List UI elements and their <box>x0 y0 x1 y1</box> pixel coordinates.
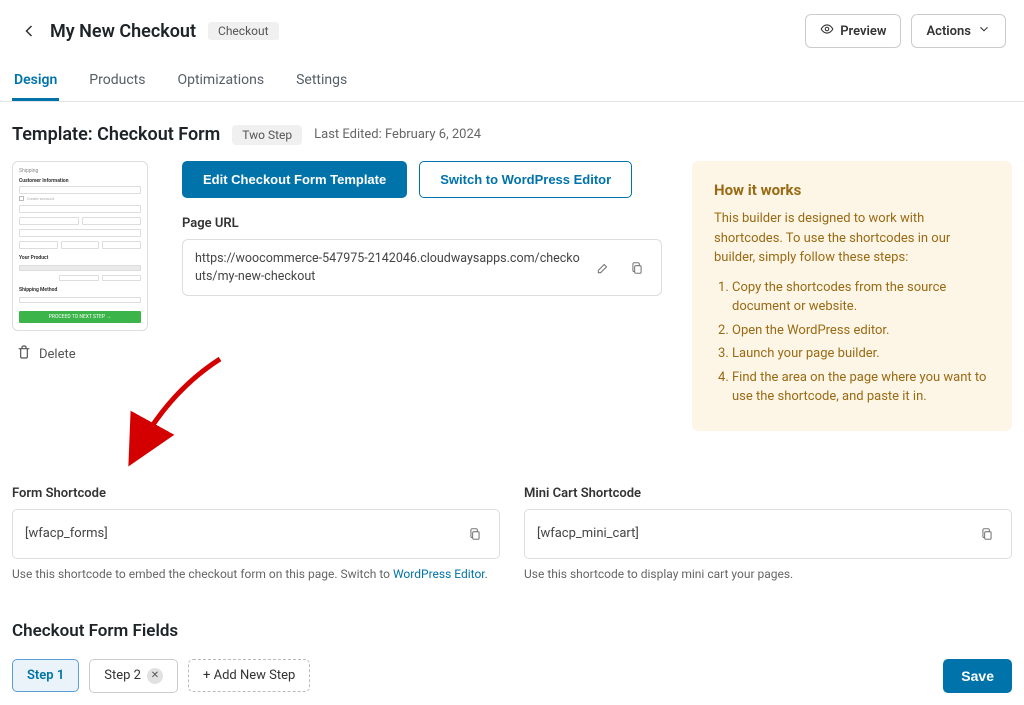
thumb-shipping: Shipping <box>19 168 141 174</box>
tab-optimizations[interactable]: Optimizations <box>175 62 266 101</box>
edit-url-button[interactable] <box>591 256 615 280</box>
step-2-button[interactable]: Step 2 ✕ <box>89 659 178 693</box>
tab-design[interactable]: Design <box>12 62 59 101</box>
edit-template-button[interactable]: Edit Checkout Form Template <box>182 161 407 198</box>
delete-label: Delete <box>39 347 76 362</box>
actions-label: Actions <box>926 24 971 39</box>
step-1-button[interactable]: Step 1 <box>12 659 79 692</box>
tabs: Design Products Optimizations Settings <box>0 62 1024 102</box>
howitworks-step: Launch your page builder. <box>732 344 990 364</box>
template-thumbnail[interactable]: Shipping Customer Information Create acc… <box>12 161 148 331</box>
wordpress-editor-link[interactable]: WordPress Editor <box>393 567 485 581</box>
howitworks-title: How it works <box>714 181 990 199</box>
switch-editor-button[interactable]: Switch to WordPress Editor <box>419 161 632 198</box>
page-title: My New Checkout <box>50 21 196 42</box>
template-title: Template: Checkout Form <box>12 124 220 145</box>
form-shortcode-value: [wfacp_forms] <box>25 526 463 541</box>
delete-template-button[interactable]: Delete <box>12 341 162 367</box>
back-arrow-icon[interactable] <box>18 20 40 42</box>
howitworks-desc: This builder is designed to work with sh… <box>714 209 990 268</box>
chevron-down-icon <box>977 22 991 40</box>
eye-icon <box>820 22 834 40</box>
mini-cart-shortcode-label: Mini Cart Shortcode <box>524 486 1012 501</box>
how-it-works-panel: How it works This builder is designed to… <box>692 161 1012 431</box>
page-url-text: https://woocommerce-547975-2142046.cloud… <box>195 250 581 285</box>
tab-settings[interactable]: Settings <box>294 62 349 101</box>
form-shortcode-box: [wfacp_forms] <box>12 509 500 559</box>
trash-icon <box>16 344 32 364</box>
checkout-badge: Checkout <box>208 22 279 40</box>
two-step-chip: Two Step <box>232 125 302 145</box>
howitworks-step: Copy the shortcodes from the source docu… <box>732 278 990 317</box>
page-url-box: https://woocommerce-547975-2142046.cloud… <box>182 239 662 296</box>
thumb-yp: Your Product <box>19 255 141 261</box>
copy-form-shortcode-button[interactable] <box>463 522 487 546</box>
actions-button[interactable]: Actions <box>911 14 1006 48</box>
save-button[interactable]: Save <box>943 659 1012 693</box>
form-shortcode-help: Use this shortcode to embed the checkout… <box>12 567 500 581</box>
howitworks-step: Open the WordPress editor. <box>732 321 990 341</box>
form-fields-title: Checkout Form Fields <box>12 621 1012 641</box>
copy-mini-shortcode-button[interactable] <box>975 522 999 546</box>
last-edited: Last Edited: February 6, 2024 <box>314 127 481 142</box>
thumb-sm: Shipping Method <box>19 287 141 293</box>
form-shortcode-label: Form Shortcode <box>12 486 500 501</box>
add-new-step-button[interactable]: + Add New Step <box>188 659 310 692</box>
tab-products[interactable]: Products <box>87 62 147 101</box>
page-url-label: Page URL <box>182 216 662 231</box>
remove-step-2-icon[interactable]: ✕ <box>147 668 163 684</box>
preview-label: Preview <box>840 24 886 39</box>
preview-button[interactable]: Preview <box>805 14 901 48</box>
thumb-next: PROCEED TO NEXT STEP → <box>19 311 141 323</box>
mini-cart-shortcode-value: [wfacp_mini_cart] <box>537 526 975 541</box>
thumb-ci: Customer Information <box>19 178 141 184</box>
howitworks-step: Find the area on the page where you want… <box>732 368 990 407</box>
copy-url-button[interactable] <box>625 256 649 280</box>
mini-cart-shortcode-box: [wfacp_mini_cart] <box>524 509 1012 559</box>
mini-cart-shortcode-help: Use this shortcode to display mini cart … <box>524 567 1012 581</box>
